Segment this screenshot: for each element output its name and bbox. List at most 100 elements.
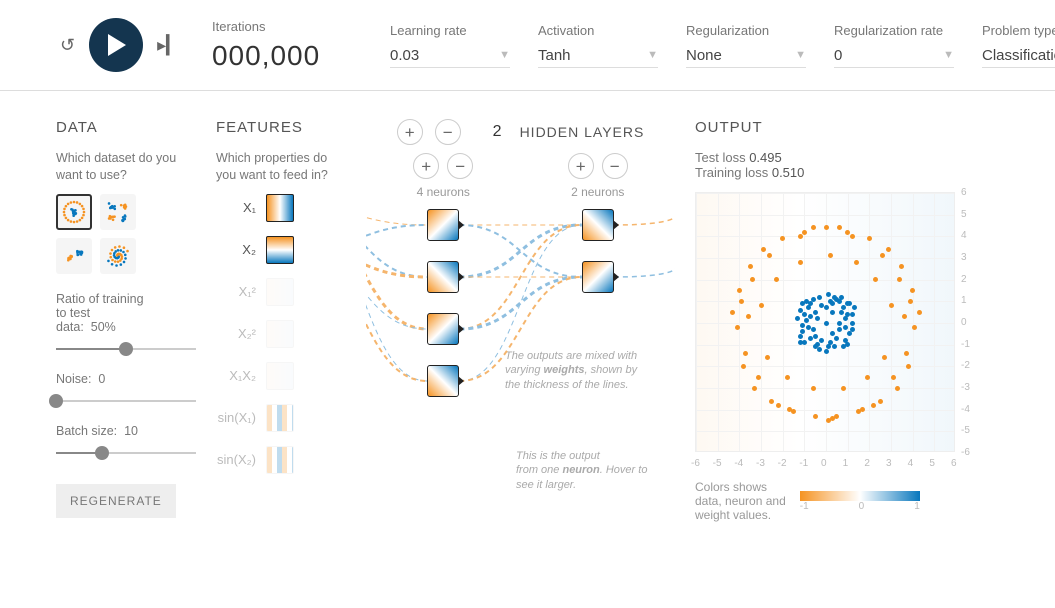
output-panel: OUTPUT Test loss 0.495 Training loss 0.5… [695,119,1015,522]
learning-rate-select[interactable]: 0.03 ▼ [390,44,510,68]
data-point [839,310,844,315]
batch-slider[interactable] [56,444,196,462]
data-point [826,344,831,349]
play-icon [106,34,126,56]
data-point [811,327,816,332]
ratio-slider[interactable] [56,340,196,358]
problem-type-select[interactable]: Classification ▼ [982,44,1055,68]
data-point [830,310,835,315]
noise-slider[interactable] [56,392,196,410]
neuron[interactable] [427,365,459,397]
feature-sinx2[interactable]: sin(X₂) [216,446,346,474]
data-point [769,399,774,404]
neuron[interactable] [427,313,459,345]
learning-rate-label: Learning rate [390,23,510,38]
dataset-spiral[interactable] [100,238,136,274]
neuron[interactable] [582,209,614,241]
test-loss-value: 0.495 [749,150,782,165]
feature-thumbnail [266,194,294,222]
data-point [832,295,837,300]
remove-neuron-button[interactable]: − [447,153,473,179]
neuron-callout: This is the output from one neuron. Hove… [516,449,656,492]
data-point [741,364,746,369]
test-loss-label: Test loss [695,150,746,165]
noise-label: Noise: 0 [56,372,196,386]
data-point [867,236,872,241]
data-point [824,305,829,310]
add-layer-button[interactable]: + [397,119,423,145]
data-heading: DATA [56,119,196,136]
data-point [759,303,764,308]
output-plot[interactable] [695,192,955,452]
data-question: Which dataset do you want to use? [56,150,196,184]
data-point [804,299,809,304]
y-tick: -1 [961,339,970,350]
regularization-select[interactable]: None ▼ [686,44,806,68]
iterations-label: Iterations [212,19,362,34]
play-button[interactable] [89,18,143,72]
reset-icon: ↺ [60,35,75,55]
reset-button[interactable]: ↺ [56,31,79,60]
feature-thumbnail [266,278,294,306]
data-point [850,327,855,332]
regenerate-button[interactable]: REGENERATE [56,484,176,518]
data-point [748,264,753,269]
data-point [780,236,785,241]
data-point [912,325,917,330]
features-panel: FEATURES Which properties do you want to… [216,119,346,522]
data-point [824,349,829,354]
step-button[interactable]: ▸▎ [153,31,184,60]
train-loss-value: 0.510 [772,165,805,180]
data-point [904,351,909,356]
data-point [845,230,850,235]
data-point [895,386,900,391]
remove-neuron-button[interactable]: − [602,153,628,179]
data-point [834,414,839,419]
feature-label: X₂ [216,242,256,257]
add-neuron-button[interactable]: + [568,153,594,179]
data-point [785,375,790,380]
feature-x2[interactable]: X₂ [216,236,346,264]
neuron[interactable] [582,261,614,293]
feature-x2sq[interactable]: X₂² [216,320,346,348]
data-point [830,301,835,306]
feature-x1[interactable]: X₁ [216,194,346,222]
y-tick: 0 [961,317,967,328]
feature-x1sq[interactable]: X₁² [216,278,346,306]
data-point [730,310,735,315]
add-neuron-button[interactable]: + [413,153,439,179]
data-point [817,347,822,352]
data-point [852,305,857,310]
data-point [808,336,813,341]
data-point [813,414,818,419]
activation-select[interactable]: Tanh ▼ [538,44,658,68]
y-tick: -2 [961,360,970,371]
neuron[interactable] [427,261,459,293]
feature-sinx1[interactable]: sin(X₁) [216,404,346,432]
dataset-exclusive-or[interactable] [100,194,136,230]
data-point [746,314,751,319]
dataset-gaussian[interactable] [56,238,92,274]
data-point [798,234,803,239]
dataset-circle[interactable] [56,194,92,230]
y-tick: 1 [961,295,967,306]
x-tick: -2 [778,458,787,469]
x-tick: 0 [821,458,827,469]
remove-layer-button[interactable]: − [435,119,461,145]
neuron[interactable] [427,209,459,241]
data-point [802,312,807,317]
data-point [860,407,865,412]
data-point [735,325,740,330]
x-tick: -4 [734,458,743,469]
data-panel: DATA Which dataset do you want to use? R… [56,119,196,522]
data-point [791,409,796,414]
data-point [854,260,859,265]
reg-rate-select[interactable]: 0 ▼ [834,44,954,68]
data-point [824,321,829,326]
feature-thumbnail [266,362,294,390]
y-tick: -3 [961,382,970,393]
data-point [811,386,816,391]
feature-x1x2[interactable]: X₁X₂ [216,362,346,390]
feature-label: X₂² [216,326,256,341]
data-point [837,327,842,332]
